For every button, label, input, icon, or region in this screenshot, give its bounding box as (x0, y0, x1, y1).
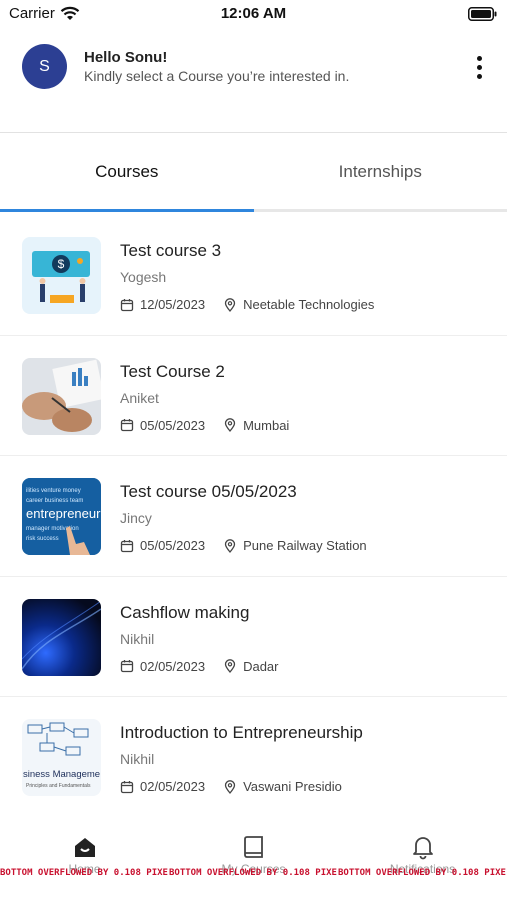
course-meta: 05/05/2023 Pune Railway Station (120, 538, 367, 553)
greeting-header: S Hello Sonu! Kindly select a Course you… (0, 30, 507, 133)
svg-text:$: $ (58, 257, 65, 271)
location-pin-icon (224, 659, 236, 673)
battery-icon (468, 7, 497, 21)
calendar-icon (120, 298, 134, 311)
nav-home[interactable]: Home (0, 822, 169, 900)
course-location: Pune Railway Station (243, 538, 367, 553)
clock: 12:06 AM (220, 5, 287, 22)
svg-text:Principles and Fundamentals: Principles and Fundamentals (26, 783, 91, 789)
status-bar: Carrier 12:06 AM (0, 0, 507, 30)
book-icon (243, 836, 263, 858)
more-options-button[interactable] (469, 52, 489, 82)
calendar-icon (120, 660, 134, 673)
course-location: Dadar (243, 658, 279, 674)
course-thumbnail (22, 598, 101, 676)
bell-icon (412, 837, 433, 860)
bottom-navigation: Home My Courses Notifications (0, 822, 507, 900)
course-location: Mumbai (243, 417, 290, 433)
svg-text:career business team: career business team (26, 498, 83, 504)
nav-notifications[interactable]: Notifications (338, 822, 507, 900)
course-meta: 02/05/2023 Vaswani Presidio (120, 779, 342, 794)
course-date: 05/05/2023 (140, 538, 206, 553)
calendar-icon (120, 539, 134, 552)
course-thumbnail: ilities venture money career business te… (22, 478, 101, 555)
svg-text:siness Manageme: siness Manageme (23, 769, 100, 780)
course-item[interactable]: Cashflow making Nikhil 02/05/2023 Dadar (0, 577, 507, 697)
course-item[interactable]: $ Test course 3 Yogesh 12/05/2023 Neetab… (0, 215, 507, 336)
avatar[interactable]: S (22, 44, 67, 89)
course-thumbnail: siness Manageme Principles and Fundament… (22, 719, 101, 796)
course-author: Nikhil (120, 630, 155, 647)
greeting-title: Hello Sonu! (84, 49, 168, 66)
course-meta: 12/05/2023 Neetable Technologies (120, 297, 374, 312)
course-thumbnail (22, 357, 101, 435)
calendar-icon (120, 419, 134, 432)
course-title: Introduction to Entrepreneurship (120, 723, 363, 742)
svg-text:risk success: risk success (26, 536, 59, 542)
course-item[interactable]: siness Manageme Principles and Fundament… (0, 697, 507, 818)
course-item[interactable]: Test Course 2 Aniket 05/05/2023 Mumbai (0, 336, 507, 456)
overflow-warning-text: BOTTOM OVERFLOWED BY 0.108 PIXELS (0, 866, 169, 880)
course-date: 02/05/2023 (140, 658, 206, 674)
course-meta: 02/05/2023 Dadar (120, 659, 279, 674)
location-pin-icon (224, 779, 236, 794)
course-title: Test course 05/05/2023 (120, 482, 297, 501)
course-location: Neetable Technologies (243, 297, 375, 312)
calendar-icon (120, 780, 134, 793)
course-date: 12/05/2023 (140, 297, 206, 312)
location-pin-icon (224, 418, 236, 432)
location-pin-icon (224, 297, 236, 312)
course-item[interactable]: ilities venture money career business te… (0, 456, 507, 577)
location-pin-icon (224, 538, 236, 553)
tab-courses[interactable]: Courses (0, 134, 254, 212)
nav-my-courses[interactable]: My Courses (169, 822, 338, 900)
course-author: Aniket (120, 389, 159, 406)
course-author: Yogesh (120, 269, 167, 285)
course-title: Cashflow making (120, 602, 250, 622)
svg-text:entrepreneur: entrepreneur (26, 506, 101, 521)
overflow-warning-text: BOTTOM OVERFLOWED BY 0.108 PIXELS (169, 866, 338, 880)
svg-text:ilities venture money: ilities venture money (26, 488, 81, 494)
more-vert-icon (476, 55, 482, 61)
tab-internships[interactable]: Internships (254, 134, 507, 209)
course-title: Test course 3 (120, 241, 222, 260)
home-icon (74, 838, 95, 857)
course-thumbnail: $ (22, 237, 101, 314)
tab-bar: Courses Internships (0, 134, 507, 212)
overflow-warning-text: BOTTOM OVERFLOWED BY 0.108 PIXELS (338, 866, 507, 880)
course-title: Test Course 2 (120, 361, 225, 381)
course-date: 02/05/2023 (140, 779, 206, 794)
course-meta: 05/05/2023 Mumbai (120, 418, 289, 433)
course-author: Nikhil (120, 751, 155, 767)
greeting-subtitle: Kindly select a Course you’re interested… (84, 68, 350, 84)
overflow-warning-strip: BOTTOM OVERFLOWED BY 0.108 PIXELS BOTTOM… (0, 866, 507, 880)
course-location: Vaswani Presidio (243, 779, 342, 794)
course-list: $ Test course 3 Yogesh 12/05/2023 Neetab… (0, 215, 507, 818)
course-author: Jincy (120, 510, 152, 526)
course-date: 05/05/2023 (140, 417, 206, 433)
